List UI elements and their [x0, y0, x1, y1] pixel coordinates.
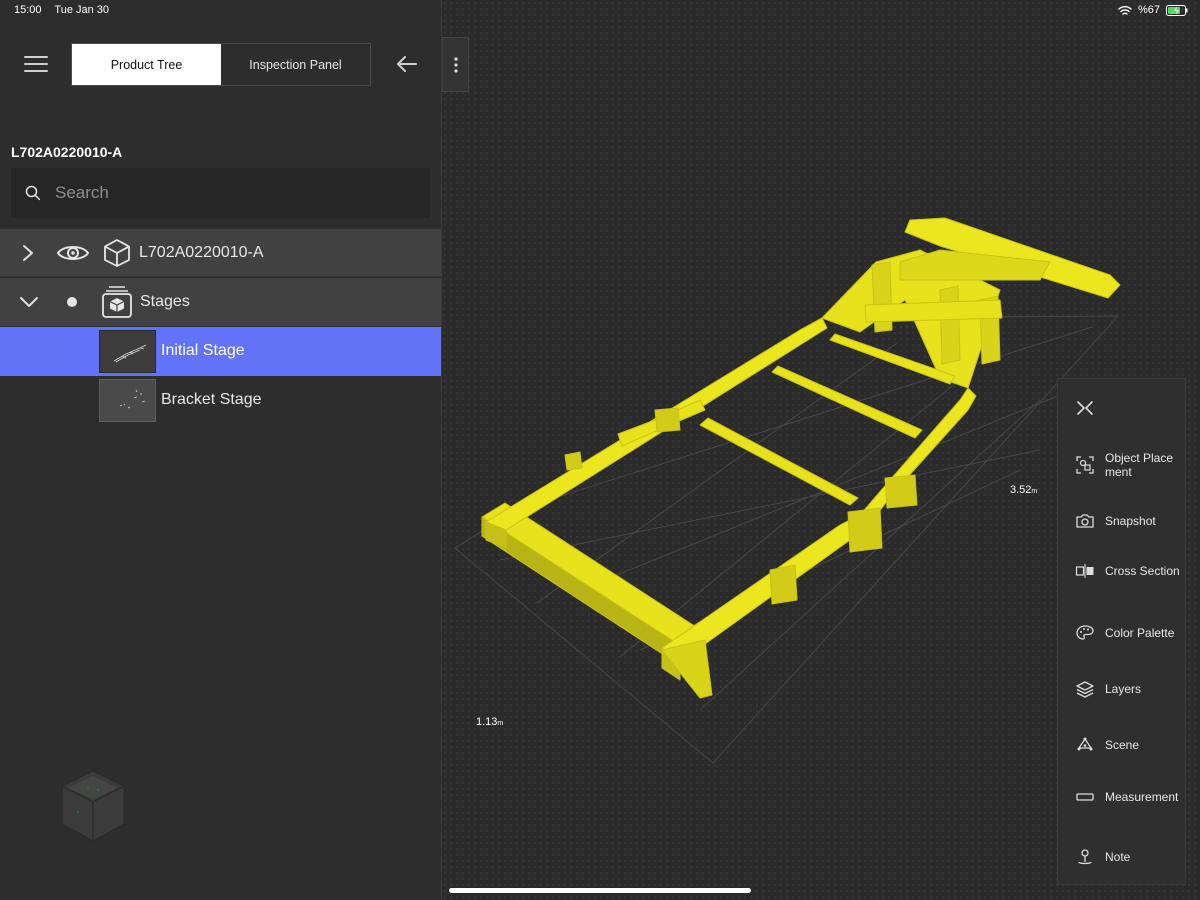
- object-placement-icon: [1076, 456, 1094, 474]
- search-icon: [25, 185, 41, 201]
- camera-icon: [1076, 514, 1094, 528]
- tab-product-tree[interactable]: Product Tree: [72, 44, 221, 85]
- more-options-icon[interactable]: [442, 37, 469, 92]
- tool-snapshot[interactable]: Snapshot: [1058, 511, 1187, 531]
- tool-object-placement[interactable]: Object Placement: [1058, 451, 1187, 479]
- battery-percent: %67: [1137, 4, 1160, 16]
- scene-icon: [1077, 737, 1093, 751]
- stage-item-bracket[interactable]: Bracket Stage: [0, 376, 441, 425]
- battery-charging-icon: [1166, 4, 1188, 16]
- collapse-toolbar-icon[interactable]: [1076, 399, 1094, 417]
- status-bar-right: %67: [1118, 4, 1188, 16]
- status-date: Tue Jan 30: [54, 4, 110, 16]
- product-tree-panel: 15:00 Tue Jan 30 Product Tree Inspection…: [0, 0, 442, 900]
- stage-label: Bracket Stage: [161, 391, 262, 408]
- stages-label: Stages: [140, 293, 190, 310]
- cross-section-icon: [1075, 564, 1094, 578]
- tool-layers[interactable]: Layers: [1058, 679, 1187, 699]
- tool-scene[interactable]: Scene: [1058, 735, 1187, 755]
- hamburger-menu-icon[interactable]: [24, 56, 48, 74]
- tree-row-stages[interactable]: Stages: [0, 278, 441, 326]
- part-title: L702A0220010-A: [11, 144, 123, 160]
- dimension-width-label: 1.13m: [476, 716, 504, 728]
- stage-label: Initial Stage: [161, 342, 245, 359]
- tree-row-root[interactable]: L702A0220010-A: [0, 229, 441, 277]
- stage-thumbnail: [99, 330, 156, 373]
- tool-measurement[interactable]: Measurement: [1058, 787, 1187, 807]
- eye-visibility-icon[interactable]: [56, 242, 90, 264]
- tool-color-palette[interactable]: Color Palette: [1058, 623, 1187, 643]
- tab-inspection-panel[interactable]: Inspection Panel: [221, 44, 370, 85]
- stages-stack-icon: [102, 286, 132, 318]
- panel-tabs: Product Tree Inspection Panel: [71, 43, 371, 86]
- back-arrow-icon[interactable]: [394, 52, 420, 76]
- home-indicator: [449, 888, 751, 893]
- cube-part-icon: [104, 239, 130, 267]
- status-bar-left: 15:00 Tue Jan 30: [14, 4, 119, 16]
- view-cube-icon[interactable]: [58, 768, 128, 844]
- tools-sidebar: Object Placement Snapshot Cross Section …: [1057, 378, 1186, 885]
- search-input[interactable]: [53, 182, 397, 204]
- layers-icon: [1076, 681, 1094, 698]
- stage-thumbnail: [99, 379, 156, 422]
- tree-root-label: L702A0220010-A: [139, 244, 264, 261]
- tool-cross-section[interactable]: Cross Section: [1058, 561, 1187, 581]
- wifi-icon: [1118, 5, 1132, 15]
- palette-icon: [1076, 625, 1094, 640]
- chevron-right-icon[interactable]: [20, 244, 36, 262]
- stage-item-initial[interactable]: Initial Stage: [0, 327, 441, 376]
- ruler-icon: [1076, 793, 1094, 801]
- chevron-down-icon[interactable]: [19, 295, 39, 309]
- tool-note[interactable]: Note: [1058, 847, 1187, 867]
- dimension-length-label: 3.52m: [1010, 484, 1038, 496]
- search-bar[interactable]: [11, 168, 430, 218]
- status-time: 15:00: [14, 4, 42, 16]
- bullet-dot-icon: [67, 297, 77, 307]
- note-pin-icon: [1078, 849, 1092, 865]
